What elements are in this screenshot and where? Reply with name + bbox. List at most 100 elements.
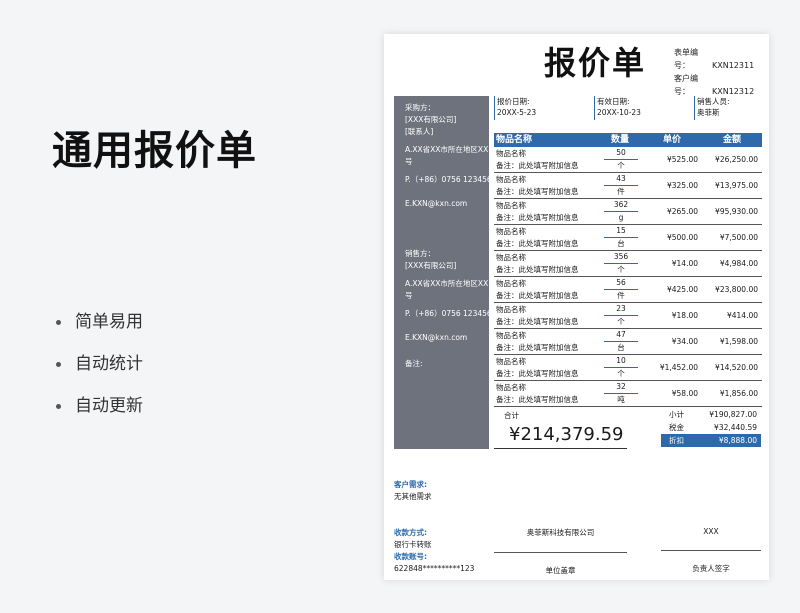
item-row: 物品名称 15 ¥500.00 ¥7,500.00 [494,224,762,251]
sales-person: 销售人员: 奥菲斯 [694,96,730,120]
quote-date: 报价日期: 20XX-5-23 [494,96,536,120]
item-row: 物品名称 32 ¥58.00 ¥1,856.00 [494,380,762,407]
item-amount: ¥26,250.00 [702,147,762,173]
item-note: 备注：此处填写附加信息 [494,394,598,407]
item-qty: 56 [598,277,642,290]
hero-title: 通用报价单 [52,128,257,174]
feature-item: 自动更新 [56,396,143,438]
total-label: 合计 [504,411,519,420]
document-meta: 表单编号： KXN12311 客户编号： KXN12312 [674,48,755,96]
summary-box: 小计 ¥190,827.00 税金 ¥32,440.59 折扣 ¥8,888.00 [661,408,761,447]
item-unit: 件 [598,290,642,303]
item-qty: 15 [598,225,642,238]
item-name: 物品名称 [496,356,526,366]
items-table: 物品名称 数量 单价 金额 物品名称 50 ¥525.00 ¥26,250.00 备注：… [494,133,762,407]
item-row: 物品名称 47 ¥34.00 ¥1,598.00 [494,328,762,355]
item-qty: 32 [598,381,642,394]
request-label: 客户需求: [394,480,427,489]
item-unit: 个 [598,368,642,381]
item-name: 物品名称 [496,382,526,392]
item-amount: ¥95,930.00 [702,198,762,225]
item-qty: 50 [598,147,642,160]
item-amount: ¥4,984.00 [702,250,762,277]
item-row: 物品名称 362 ¥265.00 ¥95,930.00 [494,198,762,225]
discount-row: 折扣 ¥8,888.00 [661,434,761,447]
item-unit: 件 [598,186,642,199]
payment-info: 收款方式: 银行卡转账 收款账号: 622848**********123 [394,528,475,573]
item-row: 物品名称 50 ¥525.00 ¥26,250.00 [494,147,762,173]
item-unit: 台 [598,342,642,355]
item-price: ¥1,452.00 [642,354,702,381]
item-amount: ¥14,520.00 [702,354,762,381]
item-name: 物品名称 [496,304,526,314]
item-name: 物品名称 [496,226,526,236]
document-title: 报价单 [544,44,647,82]
item-row: 物品名称 23 ¥18.00 ¥414.00 [494,302,762,329]
item-amount: ¥414.00 [702,302,762,329]
item-price: ¥525.00 [642,147,702,173]
item-unit: 个 [598,264,642,277]
party-sidebar: 采购方： [XXX有限公司] [联系人] A.XX省XX市所在地区XX 号 P.… [394,96,489,449]
item-note: 备注：此处填写附加信息 [494,368,598,381]
item-name: 物品名称 [496,200,526,210]
item-note: 备注：此处填写附加信息 [494,238,598,251]
item-note: 备注：此处填写附加信息 [494,316,598,329]
item-unit: 台 [598,238,642,251]
item-row: 物品名称 43 ¥325.00 ¥13,975.00 [494,172,762,199]
item-price: ¥58.00 [642,380,702,407]
item-price: ¥425.00 [642,276,702,303]
feature-list: 简单易用 自动统计 自动更新 [56,312,143,438]
item-name: 物品名称 [496,278,526,288]
item-note: 备注：此处填写附加信息 [494,342,598,355]
feature-item: 自动统计 [56,354,143,396]
tax-row: 税金 ¥32,440.59 [669,423,757,432]
item-price: ¥34.00 [642,328,702,355]
total-underline [494,448,627,449]
item-unit: 吨 [598,394,642,407]
table-header: 物品名称 数量 单价 金额 [494,133,762,147]
company-seal: 奥菲斯科技有限公司 单位盖章 [494,527,627,576]
item-name: 物品名称 [496,148,526,158]
item-price: ¥325.00 [642,172,702,199]
item-note: 备注：此处填写附加信息 [494,212,598,225]
item-unit: 个 [598,160,642,173]
item-name: 物品名称 [496,174,526,184]
item-name: 物品名称 [496,330,526,340]
valid-date: 有效日期: 20XX-10-23 [594,96,641,120]
date-row: 报价日期: 20XX-5-23 有效日期: 20XX-10-23 销售人员: 奥菲斯 [494,96,762,124]
item-price: ¥265.00 [642,198,702,225]
item-price: ¥14.00 [642,250,702,277]
item-qty: 43 [598,173,642,186]
total-value: ¥214,379.59 [509,424,624,445]
item-note: 备注：此处填写附加信息 [494,264,598,277]
request-value: 无其他需求 [394,492,432,501]
item-row: 物品名称 10 ¥1,452.00 ¥14,520.00 [494,354,762,381]
bullet-icon [56,404,61,409]
item-row: 物品名称 356 ¥14.00 ¥4,984.00 [494,250,762,277]
item-amount: ¥7,500.00 [702,224,762,251]
item-name: 物品名称 [496,252,526,262]
subtotal-row: 小计 ¥190,827.00 [669,410,757,419]
item-unit: g [598,212,642,225]
bullet-icon [56,320,61,325]
item-unit: 个 [598,316,642,329]
feature-item: 简单易用 [56,312,143,354]
item-qty: 10 [598,355,642,368]
item-qty: 47 [598,329,642,342]
item-note: 备注：此处填写附加信息 [494,290,598,303]
person-signature: XXX 负责人签字 [661,527,761,574]
form-number: KXN12311 [712,61,755,70]
item-qty: 362 [598,199,642,212]
bullet-icon [56,362,61,367]
item-amount: ¥1,856.00 [702,380,762,407]
item-qty: 23 [598,303,642,316]
item-row: 物品名称 56 ¥425.00 ¥23,800.00 [494,276,762,303]
item-amount: ¥13,975.00 [702,172,762,199]
item-amount: ¥1,598.00 [702,328,762,355]
item-amount: ¥23,800.00 [702,276,762,303]
item-price: ¥500.00 [642,224,702,251]
quote-sheet: 报价单 表单编号： KXN12311 客户编号： KXN12312 采购方： [XX… [384,34,769,580]
item-note: 备注：此处填写附加信息 [494,186,598,199]
item-note: 备注：此处填写附加信息 [494,160,598,173]
item-qty: 356 [598,251,642,264]
